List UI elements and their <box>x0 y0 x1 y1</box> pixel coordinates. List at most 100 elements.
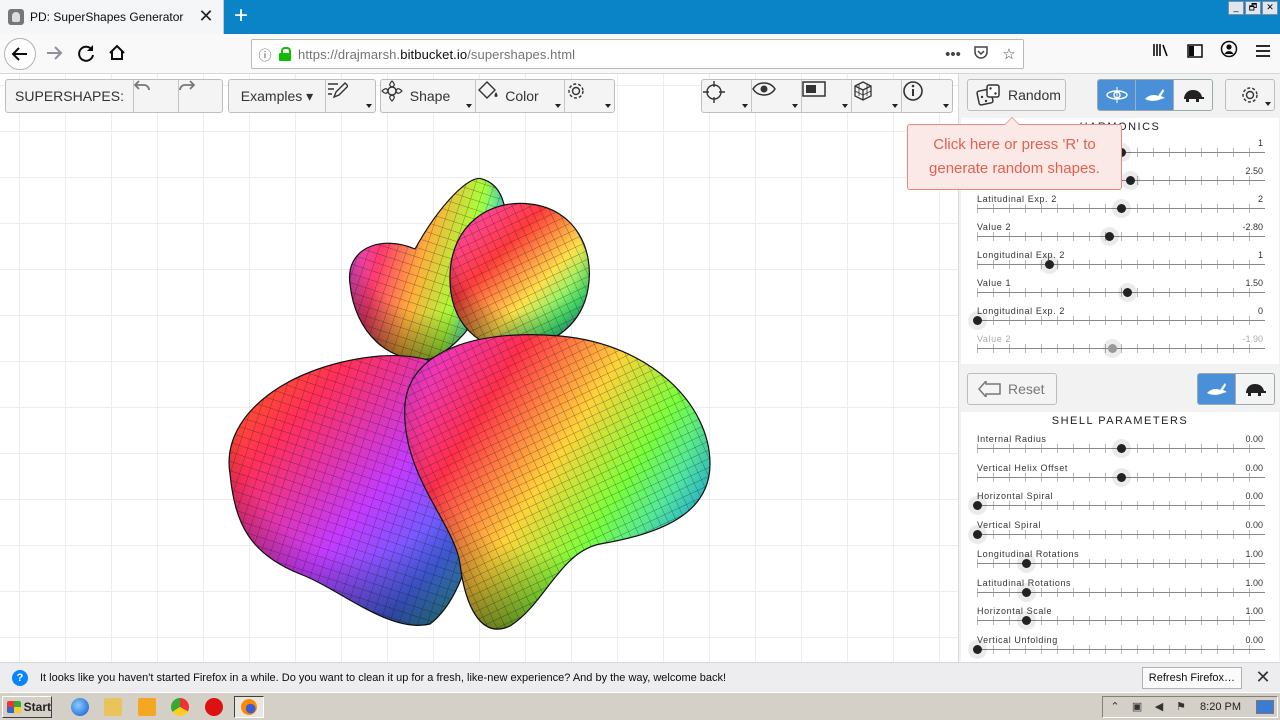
parameter-slider[interactable]: Value 2 -2.80 <box>977 222 1267 250</box>
parameter-slider[interactable]: Longitudinal Rotations 1.00 <box>977 549 1267 577</box>
shape-settings-button[interactable] <box>565 80 614 112</box>
parameter-slider[interactable]: Value 2 -1.90 <box>977 334 1267 362</box>
color-menu-button[interactable]: Color <box>476 80 565 112</box>
ie-icon[interactable] <box>71 698 89 716</box>
mesh-button[interactable] <box>852 80 902 112</box>
library-icon[interactable] <box>1144 38 1178 70</box>
start-button[interactable]: Start <box>2 696 52 718</box>
view-tools-group <box>701 79 953 113</box>
tray-expand-icon[interactable]: ⌃ <box>1108 700 1122 714</box>
slider-track[interactable] <box>977 320 1265 321</box>
parameter-slider[interactable]: Longitudinal Exp. 2 0 <box>973 306 1267 334</box>
notification-close-icon[interactable]: ✕ <box>1250 667 1276 688</box>
window-close-button[interactable]: ✕ <box>1262 1 1278 15</box>
examples-dropdown[interactable]: Examples ▾ <box>229 80 326 112</box>
slider-thumb[interactable] <box>1117 472 1126 482</box>
slider-track[interactable] <box>977 348 1265 349</box>
parameter-slider[interactable]: Vertical Spiral 0.00 <box>973 520 1267 548</box>
home-button[interactable] <box>101 38 133 70</box>
slider-track[interactable] <box>977 620 1265 622</box>
slider-track[interactable] <box>977 505 1265 507</box>
shape-menu-label: Shape <box>409 88 451 104</box>
parameter-slider[interactable]: Internal Radius 0.00 <box>977 434 1267 462</box>
browser-tab[interactable]: PD: SuperShapes Generator ✕ <box>0 0 224 34</box>
minimize-button[interactable]: _ <box>1228 1 1244 15</box>
undo-icon <box>134 80 150 91</box>
slider-track[interactable] <box>977 264 1265 265</box>
tab-close-icon[interactable]: ✕ <box>195 6 217 28</box>
reset-button[interactable]: Reset <box>967 373 1057 405</box>
slider-thumb[interactable] <box>1117 204 1126 213</box>
slider-thumb[interactable] <box>973 316 982 325</box>
slider-thumb[interactable] <box>1021 558 1031 568</box>
random-button[interactable]: Random <box>967 79 1066 111</box>
back-button[interactable] <box>4 38 36 70</box>
url-text[interactable]: https://drajmarsh.bitbucket.io/supershap… <box>298 47 939 62</box>
redo-button[interactable] <box>179 80 222 112</box>
redo-icon <box>179 80 195 91</box>
parameter-slider[interactable]: Value 1 1.50 <box>977 278 1267 306</box>
folder-icon[interactable] <box>104 698 122 716</box>
edit-tools-button[interactable] <box>326 80 375 112</box>
show-desktop-icon[interactable] <box>1256 700 1274 714</box>
bookmark-star-icon[interactable]: ☆ <box>995 45 1023 63</box>
parameter-slider[interactable]: Longitudinal Exp. 2 1 <box>977 250 1267 278</box>
parameter-slider[interactable]: Latitudinal Exp. 2 2 <box>977 194 1267 222</box>
reload-button[interactable] <box>70 38 102 70</box>
slider-track[interactable] <box>977 648 1265 650</box>
parameter-slider[interactable]: Vertical Unfolding 0.00 <box>973 635 1267 663</box>
display-mode-button[interactable] <box>802 80 852 112</box>
orbit-mode-button[interactable] <box>1098 80 1136 110</box>
new-tab-button[interactable]: + <box>228 4 254 30</box>
slider-thumb[interactable] <box>973 644 982 654</box>
paint-bucket-icon <box>478 81 498 99</box>
page-actions-icon[interactable]: ••• <box>939 46 967 63</box>
parameter-slider[interactable]: Horizontal Spiral 0.00 <box>973 491 1267 519</box>
rabbit-mode-button[interactable] <box>1136 80 1174 110</box>
pocket-icon[interactable] <box>967 44 995 64</box>
url-bar[interactable]: ⓘ https://drajmarsh.bitbucket.io/supersh… <box>251 39 1024 69</box>
visibility-button[interactable] <box>752 80 802 112</box>
opera-icon[interactable] <box>205 698 223 716</box>
volume-icon[interactable]: ◀ <box>1152 700 1166 714</box>
turtle-mode-button[interactable] <box>1174 80 1212 110</box>
slider-label: Value 2 <box>977 222 1012 232</box>
firefox-taskbar-button[interactable] <box>234 696 264 718</box>
slider-track[interactable] <box>977 562 1265 564</box>
slider-thumb[interactable] <box>1117 444 1126 453</box>
shell-rabbit-mode-button[interactable] <box>1198 374 1236 404</box>
sidebar-icon[interactable] <box>1178 38 1212 70</box>
network-icon[interactable]: ▣ <box>1130 700 1144 714</box>
slider-track[interactable] <box>977 591 1265 593</box>
slider-thumb[interactable] <box>1125 176 1135 185</box>
info-button[interactable] <box>902 80 952 112</box>
slider-value: 2 <box>1257 194 1263 204</box>
slider-thumb[interactable] <box>1122 288 1132 297</box>
account-icon[interactable] <box>1212 38 1246 70</box>
media-player-icon[interactable] <box>138 698 156 716</box>
wireframe-cube-icon <box>854 81 872 101</box>
slider-track[interactable] <box>977 534 1265 536</box>
parameter-slider[interactable]: Latitudinal Rotations 1.00 <box>977 578 1267 606</box>
restore-button[interactable]: 🗗 <box>1245 1 1261 15</box>
parameter-slider[interactable]: Horizontal Scale 1.00 <box>977 606 1267 634</box>
tab-title: PD: SuperShapes Generator <box>30 10 184 24</box>
slider-thumb[interactable] <box>1045 260 1054 269</box>
slider-thumb[interactable] <box>1021 587 1031 597</box>
refresh-firefox-button[interactable]: Refresh Firefox… <box>1141 666 1242 689</box>
menu-hamburger-icon[interactable] <box>1246 38 1280 70</box>
site-info-icon[interactable]: ⓘ <box>252 45 278 64</box>
forward-button[interactable] <box>38 38 70 70</box>
undo-button[interactable] <box>134 80 179 112</box>
render-canvas[interactable]: SUPERSHAPES: Examples ▾ Shape Color <box>0 74 958 662</box>
shape-menu-button[interactable]: Shape <box>381 80 476 112</box>
slider-track[interactable] <box>977 292 1265 293</box>
parameter-slider[interactable]: Vertical Helix Offset 0.00 <box>977 463 1267 491</box>
slider-label: Vertical Helix Offset <box>977 462 1068 473</box>
view-center-button[interactable] <box>702 80 752 112</box>
chrome-icon[interactable] <box>171 698 189 716</box>
shell-turtle-mode-button[interactable] <box>1236 374 1274 404</box>
sidebar-settings-button[interactable] <box>1225 79 1275 111</box>
flag-icon[interactable]: ⚑ <box>1174 700 1188 714</box>
slider-track[interactable] <box>977 236 1265 237</box>
